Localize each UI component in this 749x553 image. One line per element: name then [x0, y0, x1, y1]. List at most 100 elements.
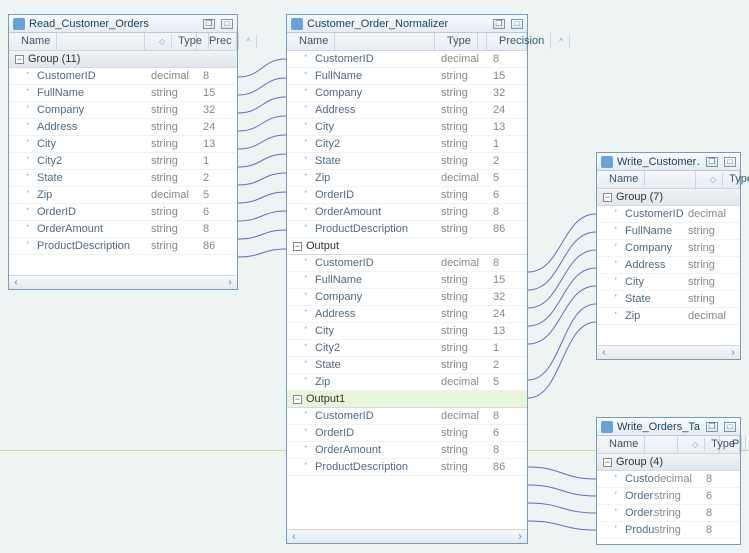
field-row[interactable]: Companystring: [597, 240, 740, 257]
field-row[interactable]: CustomerIDdecimal: [597, 206, 740, 223]
field-precision: 8: [493, 53, 527, 65]
field-row[interactable]: City2string1: [9, 153, 237, 170]
scroll-right-icon[interactable]: ›: [223, 277, 237, 288]
h-scrollbar[interactable]: ‹›: [597, 345, 740, 359]
output1-group-header[interactable]: −Output1: [287, 391, 527, 408]
field-row[interactable]: OrderAmountstring8: [287, 442, 527, 459]
field-row[interactable]: City2string1: [287, 136, 527, 153]
field-row[interactable]: Companystring32: [287, 85, 527, 102]
restore-button[interactable]: ❐: [706, 422, 718, 432]
field-precision: 6: [203, 206, 237, 218]
field-type: string: [441, 223, 493, 235]
field-name: OrderAmount: [37, 223, 151, 235]
field-row[interactable]: CustomerIDdecimal8: [597, 471, 740, 488]
field-row[interactable]: Statestring: [597, 291, 740, 308]
field-row[interactable]: CustomerIDdecimal8: [287, 51, 527, 68]
column-headers[interactable]: Name ◇Type: [597, 171, 740, 189]
field-row[interactable]: OrderAm…string8: [597, 505, 740, 522]
field-row[interactable]: OrderIDstring6: [597, 488, 740, 505]
field-precision: 13: [203, 138, 237, 150]
restore-button[interactable]: ❐: [706, 157, 718, 167]
port-icon: [303, 376, 312, 388]
scroll-right-icon[interactable]: ›: [513, 531, 527, 542]
field-type: string: [688, 293, 740, 305]
field-row[interactable]: Addressstring: [597, 257, 740, 274]
field-row[interactable]: Citystring13: [287, 323, 527, 340]
field-type: string: [441, 444, 493, 456]
group-header[interactable]: −Group (11): [9, 51, 237, 68]
field-row[interactable]: CustomerIDdecimal8: [287, 255, 527, 272]
collapse-icon[interactable]: −: [293, 242, 302, 251]
group-header[interactable]: −Group (4): [597, 454, 740, 471]
maximize-button[interactable]: □: [511, 19, 523, 29]
field-row[interactable]: Addressstring24: [287, 102, 527, 119]
h-scrollbar[interactable]: ‹›: [9, 275, 237, 289]
h-scrollbar[interactable]: ‹›: [287, 529, 527, 543]
field-name: OrderAm…: [625, 507, 654, 519]
field-name: City2: [37, 155, 151, 167]
field-row[interactable]: City2string1: [287, 340, 527, 357]
scroll-left-icon[interactable]: ‹: [9, 277, 23, 288]
field-row[interactable]: FullNamestring15: [9, 85, 237, 102]
field-row[interactable]: CustomerIDdecimal8: [9, 68, 237, 85]
field-row[interactable]: Zipdecimal5: [287, 170, 527, 187]
field-row[interactable]: Zipdecimal: [597, 308, 740, 325]
field-row[interactable]: OrderIDstring6: [287, 187, 527, 204]
field-row[interactable]: Companystring32: [287, 289, 527, 306]
field-row[interactable]: OrderAmountstring8: [9, 221, 237, 238]
field-row[interactable]: Statestring2: [287, 357, 527, 374]
maximize-button[interactable]: □: [724, 157, 736, 167]
panel-titlebar[interactable]: Write_Customer… ❐ □: [597, 153, 740, 171]
panel-write-customer[interactable]: Write_Customer… ❐ □ Name ◇Type −Group (7…: [596, 152, 741, 360]
field-name: Zip: [315, 376, 441, 388]
field-row[interactable]: OrderAmountstring8: [287, 204, 527, 221]
field-row[interactable]: Addressstring24: [287, 306, 527, 323]
group-header[interactable]: −Group (7): [597, 189, 740, 206]
field-row[interactable]: ProductDescriptionstring86: [287, 221, 527, 238]
restore-button[interactable]: ❐: [203, 19, 215, 29]
field-row[interactable]: CustomerIDdecimal8: [287, 408, 527, 425]
field-row[interactable]: Addressstring24: [9, 119, 237, 136]
collapse-icon[interactable]: −: [15, 55, 24, 64]
field-row[interactable]: Statestring2: [9, 170, 237, 187]
output-group-header[interactable]: −Output: [287, 238, 527, 255]
field-row[interactable]: OrderIDstring6: [9, 204, 237, 221]
field-row[interactable]: ProductDescriptionstring86: [287, 459, 527, 476]
panel-write-orders-target[interactable]: Write_Orders_Target ❐ □ Name ◇Type P −Gr…: [596, 417, 741, 545]
restore-button[interactable]: ❐: [493, 19, 505, 29]
scroll-right-icon[interactable]: ›: [726, 347, 740, 358]
field-row[interactable]: FullNamestring15: [287, 68, 527, 85]
collapse-icon[interactable]: −: [603, 458, 612, 467]
field-row[interactable]: OrderIDstring6: [287, 425, 527, 442]
panel-titlebar[interactable]: Write_Orders_Target ❐ □: [597, 418, 740, 436]
field-row[interactable]: Companystring32: [9, 102, 237, 119]
column-headers[interactable]: Name ◇Type Prec^: [9, 33, 237, 51]
scroll-left-icon[interactable]: ‹: [597, 347, 611, 358]
field-name: OrderAmount: [315, 206, 441, 218]
field-row[interactable]: FullNamestring: [597, 223, 740, 240]
field-row[interactable]: ProductDescriptionstring86: [9, 238, 237, 255]
panel-titlebar[interactable]: Read_Customer_Orders ❐ □: [9, 15, 237, 33]
field-row[interactable]: Citystring: [597, 274, 740, 291]
field-row[interactable]: Statestring2: [287, 153, 527, 170]
field-type: string: [151, 172, 203, 184]
field-row[interactable]: Zipdecimal5: [9, 187, 237, 204]
field-row[interactable]: Zipdecimal5: [287, 374, 527, 391]
maximize-button[interactable]: □: [221, 19, 233, 29]
field-name: City: [37, 138, 151, 150]
field-row[interactable]: Citystring13: [287, 119, 527, 136]
collapse-icon[interactable]: −: [603, 193, 612, 202]
panel-titlebar[interactable]: Customer_Order_Normalizer ❐ □: [287, 15, 527, 33]
panel-customer-order-normalizer[interactable]: Customer_Order_Normalizer ❐ □ Name Type …: [286, 14, 528, 544]
scroll-left-icon[interactable]: ‹: [287, 531, 301, 542]
field-name: Zip: [37, 189, 151, 201]
panel-read-customer-orders[interactable]: Read_Customer_Orders ❐ □ Name ◇Type Prec…: [8, 14, 238, 290]
column-headers[interactable]: Name Type Precision^: [287, 33, 527, 51]
column-headers[interactable]: Name ◇Type P: [597, 436, 740, 454]
field-row[interactable]: ProductD…string8: [597, 522, 740, 539]
field-name: Zip: [315, 172, 441, 184]
field-row[interactable]: Citystring13: [9, 136, 237, 153]
maximize-button[interactable]: □: [724, 422, 736, 432]
field-row[interactable]: FullNamestring15: [287, 272, 527, 289]
collapse-icon[interactable]: −: [293, 395, 302, 404]
